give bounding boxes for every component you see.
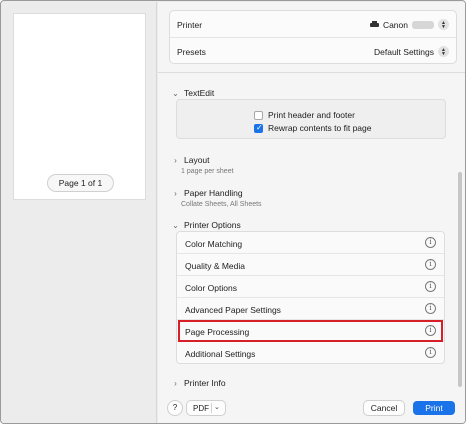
pdf-separator [211,403,212,413]
divider [158,72,465,73]
info-icon[interactable]: i [425,281,436,292]
printer-model-redacted [412,20,434,29]
chevron-right-icon: › [174,188,177,198]
info-icon[interactable]: i [425,259,436,270]
print-button[interactable]: Print [413,401,455,415]
section-printer-options-header[interactable]: ⌄ Printer Options [172,220,241,230]
checkbox-checked-icon[interactable] [254,123,263,133]
section-layout-header[interactable]: › Layout [172,155,210,165]
printer-options-list: Color Matching i Quality & Media i Color… [176,231,445,364]
option-advanced-paper-settings[interactable]: Advanced Paper Settings i [177,298,444,320]
print-dialog: Page 1 of 1 Printer Canon ▲ ▼ Presets Def… [0,0,466,424]
section-textedit-title: TextEdit [184,88,215,98]
chevron-down-icon: ⌄ [172,220,179,230]
checkbox-rewrap-contents[interactable]: Rewrap contents to fit page [254,123,371,133]
option-label: Quality & Media [185,261,245,271]
pdf-label: PDF [193,404,209,413]
printer-name: Canon [382,19,408,30]
option-color-matching[interactable]: Color Matching i [177,232,444,254]
printer-select[interactable]: Canon ▲ ▼ [369,19,449,30]
page-indicator: Page 1 of 1 [48,175,113,191]
chevron-down-icon: ⌄ [214,404,220,411]
section-printer-info-title: Printer Info [184,378,226,388]
option-label: Advanced Paper Settings [185,305,281,315]
option-label: Color Matching [185,239,243,249]
textedit-options-box: Print header and footer Rewrap contents … [176,99,446,139]
layout-summary: 1 page per sheet [181,168,234,175]
updown-chevron-icon: ▲ ▼ [438,19,449,30]
help-button[interactable]: ? [168,401,182,415]
presets-select[interactable]: Default Settings ▲ ▼ [374,46,449,57]
checkbox-print-header-footer[interactable]: Print header and footer [254,110,355,120]
chevron-right-icon: › [174,155,177,165]
page-preview [14,14,145,199]
checkbox-label: Rewrap contents to fit page [268,123,372,133]
presets-row[interactable]: Presets Default Settings ▲ ▼ [170,38,456,65]
paper-handling-summary: Collate Sheets, All Sheets [181,201,262,208]
presets-label: Presets [177,47,206,57]
cancel-button[interactable]: Cancel [364,401,404,415]
printer-preset-box: Printer Canon ▲ ▼ Presets Default Setting… [169,10,457,64]
option-color-options[interactable]: Color Options i [177,276,444,298]
pdf-menu-button[interactable]: PDF ⌄ [187,401,225,415]
checkbox-label: Print header and footer [268,110,355,120]
section-paper-handling-title: Paper Handling [184,188,243,198]
highlight-box-page-processing [178,320,443,342]
info-icon[interactable]: i [425,347,436,358]
section-printer-info-header[interactable]: › Printer Info [172,378,226,388]
section-textedit-header[interactable]: ⌄ TextEdit [172,88,214,98]
option-quality-media[interactable]: Quality & Media i [177,254,444,276]
chevron-right-icon: › [174,378,177,388]
chevron-down-icon: ⌄ [172,88,179,98]
presets-value: Default Settings [373,46,434,57]
preview-pane: Page 1 of 1 [2,2,157,423]
option-label: Color Options [185,283,237,293]
section-paper-handling-header[interactable]: › Paper Handling [172,188,243,198]
option-label: Additional Settings [185,349,256,359]
section-layout-title: Layout [184,155,210,165]
printer-label: Printer [177,20,203,30]
settings-pane: Printer Canon ▲ ▼ Presets Default Setting… [158,2,465,423]
printer-row[interactable]: Printer Canon ▲ ▼ [170,11,456,38]
scrollbar-thumb[interactable] [458,172,462,387]
info-icon[interactable]: i [425,237,436,248]
printer-icon [369,21,379,28]
updown-chevron-icon: ▲ ▼ [438,46,449,57]
option-additional-settings[interactable]: Additional Settings i [177,342,444,364]
info-icon[interactable]: i [425,303,436,314]
section-printer-options-title: Printer Options [184,220,241,230]
checkbox-icon[interactable] [254,110,263,120]
